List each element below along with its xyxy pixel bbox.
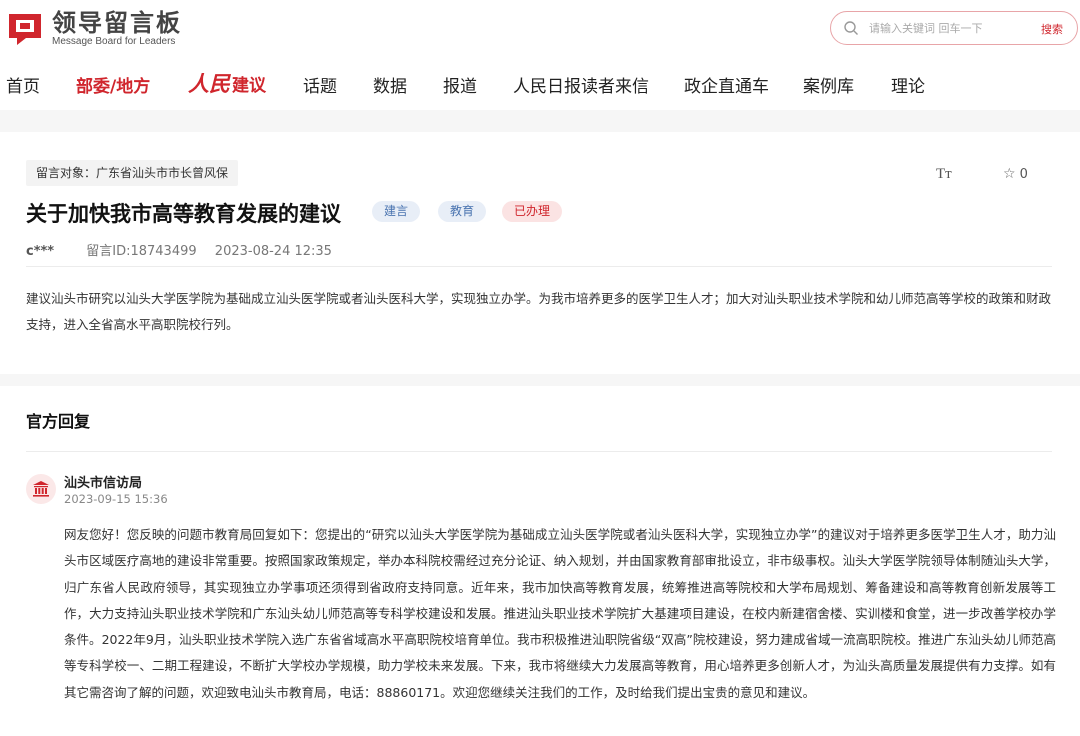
status-badge: 已办理 bbox=[502, 201, 563, 222]
search-box: 搜索 bbox=[830, 11, 1078, 45]
nav-people-logo: 人民 bbox=[188, 71, 230, 96]
nav-theory[interactable]: 理论 bbox=[891, 72, 925, 97]
site-header: 领导留言板 Message Board for Leaders 搜索 bbox=[0, 0, 1080, 56]
message-id: 留言ID:18743499 bbox=[86, 244, 197, 259]
favorite-button[interactable]: ☆ 0 bbox=[1003, 166, 1028, 182]
nav-topics[interactable]: 话题 bbox=[303, 72, 337, 97]
message-author: c*** bbox=[26, 244, 55, 259]
reply-time: 2023-09-15 15:36 bbox=[64, 492, 168, 506]
search-icon bbox=[843, 20, 859, 36]
reply-heading: 官方回复 bbox=[26, 412, 91, 431]
nav-data[interactable]: 数据 bbox=[373, 72, 407, 97]
message-target: 留言对象：广东省汕头市市长曾风保 bbox=[26, 160, 239, 186]
message-title: 关于加快我市高等教育发展的建议 bbox=[26, 202, 341, 226]
search-button[interactable]: 搜索 bbox=[1041, 21, 1063, 37]
nav-home[interactable]: 首页 bbox=[6, 72, 40, 97]
logo-mark-icon bbox=[6, 11, 44, 47]
message-content: 建议汕头市研究以汕头大学医学院为基础成立汕头医学院或者汕头医科大学，实现独立办学… bbox=[26, 291, 1052, 332]
section-separator bbox=[0, 374, 1080, 386]
favorite-count: 0 bbox=[1019, 166, 1028, 182]
logo-title: 领导留言板 bbox=[52, 9, 182, 37]
nav-reader-letters[interactable]: 人民日报读者来信 bbox=[513, 72, 649, 97]
search-input[interactable] bbox=[869, 21, 1029, 35]
site-logo[interactable]: 领导留言板 Message Board for Leaders bbox=[6, 10, 182, 47]
tag-type: 建言 bbox=[372, 201, 421, 222]
main-nav: 首页 部委/地方 人民 建议 话题 数据 报道 人民日报读者来信 政企直通车 案… bbox=[0, 64, 1080, 104]
nav-reports[interactable]: 报道 bbox=[443, 72, 477, 97]
nav-people-suggestion[interactable]: 人民 建议 bbox=[188, 68, 266, 98]
nav-suggestion-label: 建议 bbox=[232, 75, 266, 96]
message-time: 2023-08-24 12:35 bbox=[214, 244, 332, 259]
reply-body: 网友您好！您反映的问题市教育局回复如下：您提出的“研究以汕头大学医学院为基础成立… bbox=[64, 527, 1056, 700]
government-building-icon bbox=[26, 474, 56, 504]
divider bbox=[26, 451, 1052, 452]
section-separator bbox=[0, 110, 1080, 132]
divider bbox=[26, 266, 1052, 267]
reply-department: 汕头市信访局 bbox=[64, 476, 143, 491]
tag-category: 教育 bbox=[438, 201, 487, 222]
logo-subtitle: Message Board for Leaders bbox=[52, 36, 176, 47]
font-size-icon[interactable]: Tт bbox=[936, 166, 952, 183]
nav-case-library[interactable]: 案例库 bbox=[803, 72, 854, 97]
nav-enterprise-express[interactable]: 政企直通车 bbox=[684, 72, 769, 97]
star-icon: ☆ bbox=[1003, 166, 1016, 182]
message-meta: c*** 留言ID:18743499 2023-08-24 12:35 bbox=[26, 240, 332, 259]
nav-ministries-local[interactable]: 部委/地方 bbox=[76, 72, 150, 97]
